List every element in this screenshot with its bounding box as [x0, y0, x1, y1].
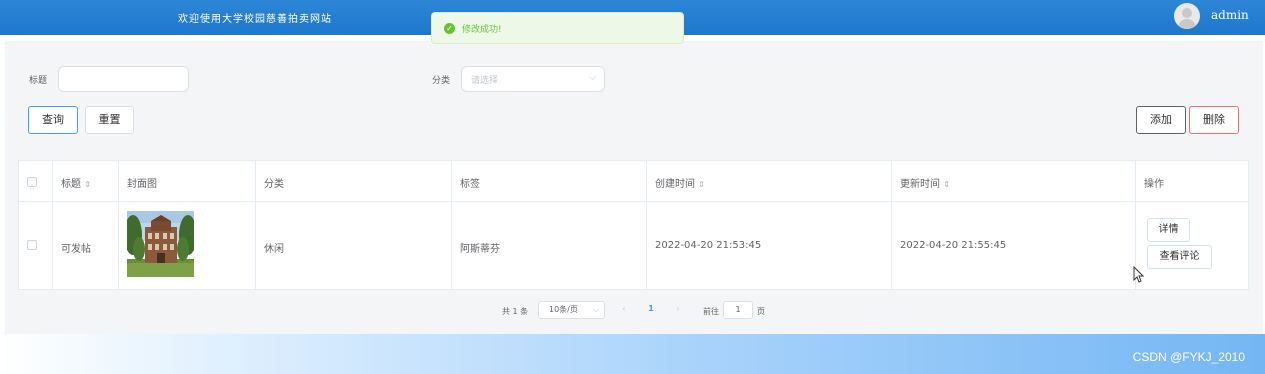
user-avatar-icon[interactable]	[1174, 3, 1200, 29]
detail-button[interactable]: 详情	[1147, 218, 1190, 242]
mouse-cursor-icon	[1133, 266, 1144, 283]
data-table: 标题 ⇕ 封面图 分类 标签 创建时间 ⇕ 更新时间 ⇕ 操作 可发帖 休闲 阿…	[18, 160, 1249, 290]
column-header-actions: 操作	[1144, 179, 1164, 190]
view-comments-button[interactable]: 查看评论	[1147, 245, 1212, 269]
avatar-head	[1182, 8, 1192, 18]
query-button[interactable]: 查询	[28, 106, 78, 134]
column-header-updated-label: 更新时间	[900, 179, 940, 190]
bottom-gradient-band	[0, 334, 1265, 374]
select-all-checkbox[interactable]	[27, 177, 37, 187]
column-header-tag: 标签	[460, 179, 480, 190]
page-size-value: 10条/页	[549, 305, 578, 314]
goto-label: 前往	[703, 307, 719, 316]
toast-message: 修改成功!	[462, 25, 502, 35]
avatar-body	[1178, 19, 1196, 29]
main-panel: 标题 分类 请选择 ⌵ 查询 重置 添加 删除 标题 ⇕ 封面图 分类 标签 创…	[5, 41, 1263, 334]
title-search-input[interactable]	[58, 66, 189, 92]
page-number-current[interactable]: 1	[639, 301, 663, 319]
pagination-total: 共 1 条	[502, 307, 529, 316]
column-header-created[interactable]: 创建时间 ⇕	[655, 175, 705, 190]
column-header-cover: 封面图	[127, 179, 157, 190]
cell-category: 休闲	[264, 244, 284, 255]
delete-button[interactable]: 删除	[1189, 106, 1239, 134]
page-size-select[interactable]: 10条/页 ⌵	[538, 301, 605, 319]
column-header-created-label: 创建时间	[655, 179, 695, 190]
chevron-down-icon: ⌵	[592, 305, 599, 314]
cell-tag: 阿斯蒂芬	[460, 244, 500, 255]
category-filter-label: 分类	[432, 76, 451, 86]
category-placeholder: 请选择	[471, 76, 499, 86]
cell-updated-time: 2022-04-20 21:55:45	[900, 240, 1007, 251]
table-row: 可发帖 休闲 阿斯蒂芬 2022-04-20 21:53:45 2022-04-…	[19, 202, 1248, 290]
check-circle-icon: ✓	[444, 23, 455, 34]
sort-icon[interactable]: ⇕	[698, 180, 705, 189]
title-filter-label: 标题	[29, 76, 48, 86]
cell-created-time: 2022-04-20 21:53:45	[655, 240, 762, 251]
cell-title: 可发帖	[61, 244, 91, 255]
chevron-left-icon[interactable]: ‹	[615, 301, 633, 319]
sort-icon[interactable]: ⇕	[84, 180, 91, 189]
column-header-title-label: 标题	[61, 179, 81, 190]
success-toast: ✓ 修改成功!	[431, 12, 684, 44]
sort-icon[interactable]: ⇕	[943, 180, 950, 189]
table-header-row: 标题 ⇕ 封面图 分类 标签 创建时间 ⇕ 更新时间 ⇕ 操作	[19, 161, 1248, 202]
chevron-right-icon[interactable]: ›	[669, 301, 687, 319]
add-button[interactable]: 添加	[1136, 106, 1186, 134]
row-checkbox[interactable]	[27, 240, 37, 250]
site-title: 欢迎使用大学校园慈善拍卖网站	[178, 14, 332, 25]
goto-page-input[interactable]: 1	[723, 301, 753, 319]
campus-building-image	[127, 211, 194, 277]
column-header-title[interactable]: 标题 ⇕	[61, 175, 91, 190]
category-select[interactable]: 请选择 ⌵	[461, 66, 605, 92]
page-unit-label: 页	[757, 307, 765, 316]
column-header-category: 分类	[264, 179, 284, 190]
column-header-updated[interactable]: 更新时间 ⇕	[900, 175, 950, 190]
reset-button[interactable]: 重置	[85, 106, 134, 134]
user-name[interactable]: admin	[1211, 8, 1249, 22]
watermark-text: CSDN @FYKJ_2010	[1132, 350, 1245, 364]
chevron-down-icon: ⌵	[589, 73, 596, 83]
